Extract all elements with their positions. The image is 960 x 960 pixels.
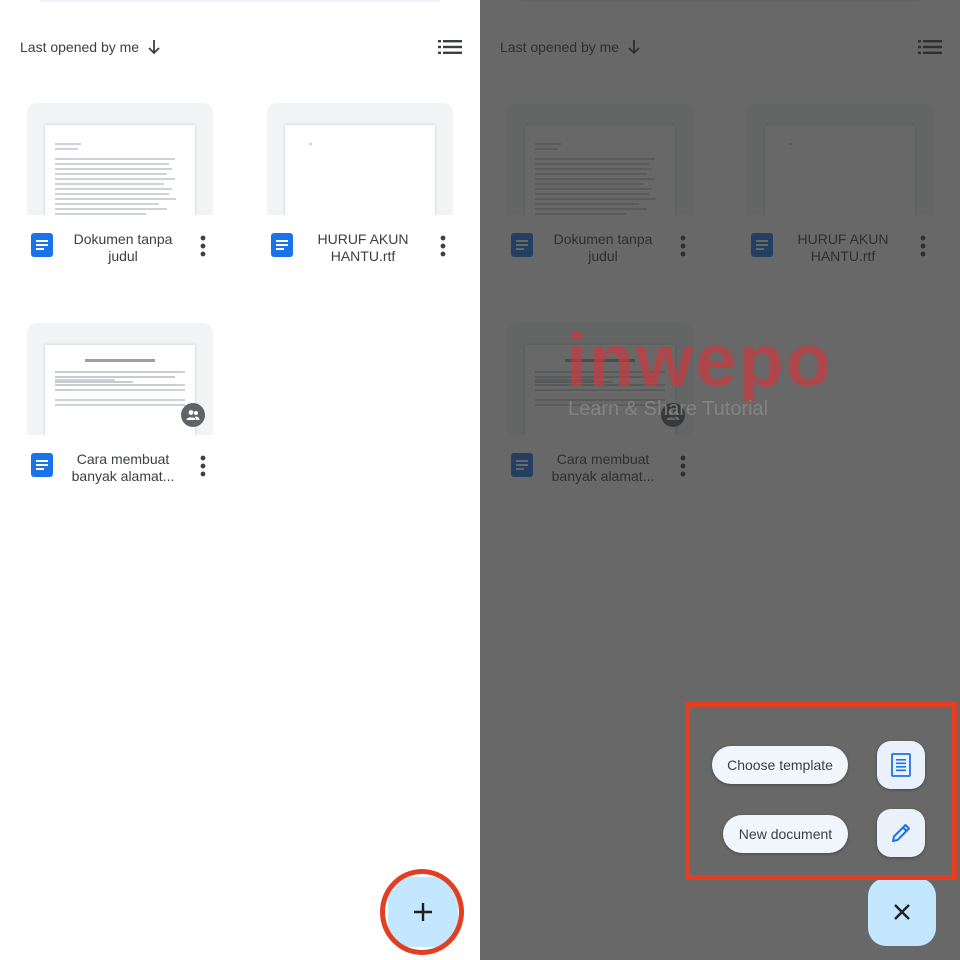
file-thumbnail[interactable] bbox=[267, 103, 453, 215]
file-card[interactable]: Dokumen tanpa judul bbox=[27, 103, 213, 273]
arrow-down-icon[interactable] bbox=[147, 39, 161, 55]
drive-docs-list-screen: Last opened by me Dokumen tanpa judul HU… bbox=[0, 0, 480, 960]
docs-icon bbox=[31, 233, 53, 257]
sort-row: Last opened by me bbox=[20, 36, 462, 58]
watermark-brand: inwepo bbox=[566, 319, 833, 402]
search-bar[interactable] bbox=[28, 0, 452, 2]
more-vert-icon[interactable] bbox=[197, 455, 209, 477]
shared-icon bbox=[181, 403, 205, 427]
docs-icon bbox=[271, 233, 293, 257]
file-name[interactable]: Cara membuat banyak alamat... bbox=[63, 451, 183, 485]
new-document-fab[interactable] bbox=[877, 809, 925, 857]
choose-template-button[interactable]: Choose template bbox=[712, 746, 848, 784]
pencil-icon bbox=[892, 824, 910, 842]
file-info: HURUF AKUN HANTU.rtf bbox=[267, 223, 453, 273]
choose-template-label: Choose template bbox=[727, 757, 833, 773]
plus-icon bbox=[414, 903, 432, 921]
file-info: Dokumen tanpa judul bbox=[27, 223, 213, 273]
new-document-label: New document bbox=[738, 826, 833, 842]
more-vert-icon[interactable] bbox=[197, 235, 209, 257]
file-thumbnail[interactable] bbox=[27, 323, 213, 435]
document-preview bbox=[45, 125, 195, 215]
document-preview bbox=[285, 125, 435, 215]
file-thumbnail[interactable] bbox=[27, 103, 213, 215]
watermark-tagline: Learn & Share Tutorial bbox=[568, 398, 769, 420]
document-preview bbox=[45, 345, 195, 435]
template-icon bbox=[891, 753, 911, 777]
sort-label[interactable]: Last opened by me bbox=[20, 39, 139, 55]
list-view-icon[interactable] bbox=[438, 38, 462, 56]
drive-docs-create-menu-screen: Last opened by me bbox=[480, 0, 960, 960]
more-vert-icon[interactable] bbox=[437, 235, 449, 257]
new-document-button[interactable]: New document bbox=[723, 815, 848, 853]
close-menu-button[interactable] bbox=[868, 878, 936, 946]
close-icon bbox=[894, 904, 910, 920]
file-name[interactable]: HURUF AKUN HANTU.rtf bbox=[303, 231, 423, 265]
docs-icon bbox=[31, 453, 53, 477]
file-card[interactable]: HURUF AKUN HANTU.rtf bbox=[267, 103, 453, 273]
watermark: inwepo Learn & Share Tutorial bbox=[566, 318, 896, 428]
file-name[interactable]: Dokumen tanpa judul bbox=[63, 231, 183, 265]
create-button[interactable] bbox=[388, 877, 458, 947]
file-info: Cara membuat banyak alamat... bbox=[27, 443, 213, 493]
file-card[interactable]: Cara membuat banyak alamat... bbox=[27, 323, 213, 493]
choose-template-fab[interactable] bbox=[877, 741, 925, 789]
